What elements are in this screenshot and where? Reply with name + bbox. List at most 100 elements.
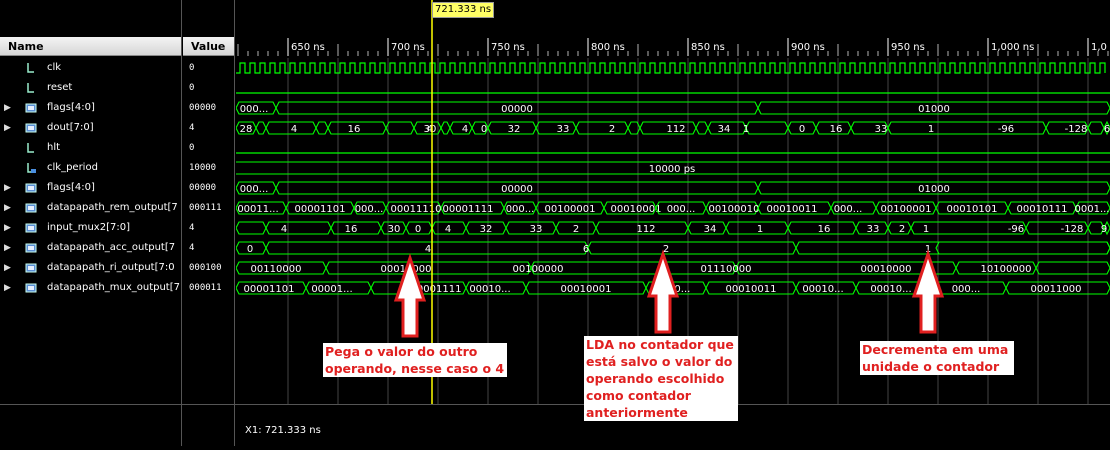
signal-name: flags[4:0] <box>47 182 95 193</box>
signal-value: 10000 <box>189 163 217 173</box>
rem-value: 00100010 <box>709 204 760 215</box>
dout-value: 112 <box>666 124 685 135</box>
expand-arrow-icon[interactable]: ▶ <box>4 118 11 138</box>
signal-values-pane: Value 0 0 00000 4 0 10000 00000 000111 4 4 000100 0… <box>183 0 235 446</box>
rem-value: 00100001 <box>545 204 596 215</box>
param-icon <box>25 162 37 174</box>
clk-period-value: 10000 ps <box>649 164 696 175</box>
dout-value: 0 <box>799 124 805 135</box>
cursor-time-label: 721.333 ns <box>432 2 495 18</box>
signal-row[interactable]: clk <box>0 58 181 78</box>
flags-b-value: 01000 <box>918 184 950 195</box>
acc-value: 6 <box>583 244 589 255</box>
signal-value: 000111 <box>189 203 222 213</box>
signal-value: 4 <box>189 123 195 133</box>
signal-name: input_mux2[7:0] <box>47 222 130 233</box>
mux-value: 000... <box>662 284 691 295</box>
rem-value: 000... <box>355 204 384 215</box>
dout-segment <box>255 121 267 135</box>
signal-name: reset <box>47 82 73 93</box>
signal-row[interactable]: ▶ flags[4:0] <box>0 178 181 198</box>
signal-row[interactable]: ▶ flags[4:0] <box>0 98 181 118</box>
dout-value: 16 <box>348 124 361 135</box>
flags-b-value: 00000 <box>501 184 533 195</box>
dout-value: 4 <box>291 124 297 135</box>
input-mux2-value: 4 <box>445 224 451 235</box>
bus-icon <box>25 102 37 114</box>
signal-row[interactable]: ▶ datapapath_ri_output[7:0 <box>0 258 181 278</box>
input-mux2-value: 1 <box>757 224 763 235</box>
value-column-header[interactable]: Value <box>183 37 234 56</box>
dout-value: -128 <box>1065 124 1088 135</box>
signal-value: 0 <box>189 143 195 153</box>
acc-value: 4 <box>425 244 431 255</box>
input-mux2-value: 16 <box>345 224 358 235</box>
signal-name: datapapath_ri_output[7:0 <box>47 262 175 273</box>
signal-name: datapapath_rem_output[7 <box>47 202 178 213</box>
annotation-note: Pega o valor do outro operando, nesse ca… <box>323 343 507 377</box>
mux-value: 00010011 <box>726 284 777 295</box>
input-mux2-value: -128 <box>1061 224 1084 235</box>
signal-row[interactable]: reset <box>0 78 181 98</box>
dout-segment <box>440 121 451 135</box>
input-mux2-value: 30 <box>388 224 401 235</box>
cursor-readout: X1: 721.333 ns <box>245 425 321 436</box>
signal-row[interactable]: ▶ dout[7:0] <box>0 118 181 138</box>
input-mux2-value: 32 <box>480 224 493 235</box>
expand-arrow-icon[interactable]: ▶ <box>4 98 11 118</box>
input-mux2-value: 112 <box>636 224 655 235</box>
mux-value: 00001... <box>311 284 352 295</box>
rem-value: 00010011 <box>767 204 818 215</box>
name-column-header[interactable]: Name <box>0 37 181 56</box>
bus-icon <box>25 282 37 294</box>
rem-value: 00010111 <box>1017 204 1068 215</box>
flags-a-value: 00000 <box>501 104 533 115</box>
signal-row[interactable]: clk_period <box>0 158 181 178</box>
signal-row[interactable]: ▶ input_mux2[7:0] <box>0 218 181 238</box>
bus-icon <box>25 182 37 194</box>
signal-value: 0 <box>189 83 195 93</box>
mux-value: 00010... <box>469 284 510 295</box>
signal-name: datapapath_mux_output[7 <box>47 282 180 293</box>
input-mux2-value: -96 <box>1008 224 1024 235</box>
dout-value: 16 <box>830 124 843 135</box>
signal-name: dout[7:0] <box>47 122 94 133</box>
rem-value: 00100001 <box>881 204 932 215</box>
expand-arrow-icon[interactable]: ▶ <box>4 278 11 298</box>
dout-value: 1 <box>743 124 749 135</box>
signal-row[interactable]: hlt <box>0 138 181 158</box>
input-mux2-value: 33 <box>530 224 543 235</box>
input-mux2-value: 33 <box>867 224 880 235</box>
ri-value: 00010000 <box>861 264 912 275</box>
bus-icon <box>25 122 37 134</box>
mux-value: 000... <box>952 284 981 295</box>
bus-icon <box>25 262 37 274</box>
input-mux2-value: 4 <box>281 224 287 235</box>
rem-value: 000... <box>834 204 863 215</box>
expand-arrow-icon[interactable]: ▶ <box>4 178 11 198</box>
signal-name: datapapath_acc_output[7 <box>47 242 176 253</box>
ri-value: 10100000 <box>981 264 1032 275</box>
signal-row[interactable]: ▶ datapapath_acc_output[7 <box>0 238 181 258</box>
input-mux2-value: 9 <box>1101 224 1107 235</box>
rem-value: 000... <box>667 204 696 215</box>
signal-names-pane: Name clk reset ▶ flags[4:0] ▶ dout[7:0] hlt clk… <box>0 0 182 446</box>
mux-value: 00010001 <box>561 284 612 295</box>
expand-arrow-icon[interactable]: ▶ <box>4 258 11 278</box>
dout-segment <box>1087 121 1105 135</box>
ri-value: 00100000 <box>513 264 564 275</box>
signal-name: hlt <box>47 142 61 153</box>
signal-row[interactable]: ▶ datapapath_rem_output[7 <box>0 198 181 218</box>
input-mux2-value: 16 <box>818 224 831 235</box>
expand-arrow-icon[interactable]: ▶ <box>4 218 11 238</box>
signal-row[interactable]: ▶ datapapath_mux_output[7 <box>0 278 181 298</box>
expand-arrow-icon[interactable]: ▶ <box>4 198 11 218</box>
rem-value: 00001101 <box>295 204 346 215</box>
clk-waveform <box>236 62 1106 74</box>
expand-arrow-icon[interactable]: ▶ <box>4 238 11 258</box>
bus-icon <box>25 202 37 214</box>
bus-icon <box>25 242 37 254</box>
signal-value: 4 <box>189 243 195 253</box>
dout-value: 2 <box>609 124 615 135</box>
input-mux2-value: 2 <box>899 224 905 235</box>
